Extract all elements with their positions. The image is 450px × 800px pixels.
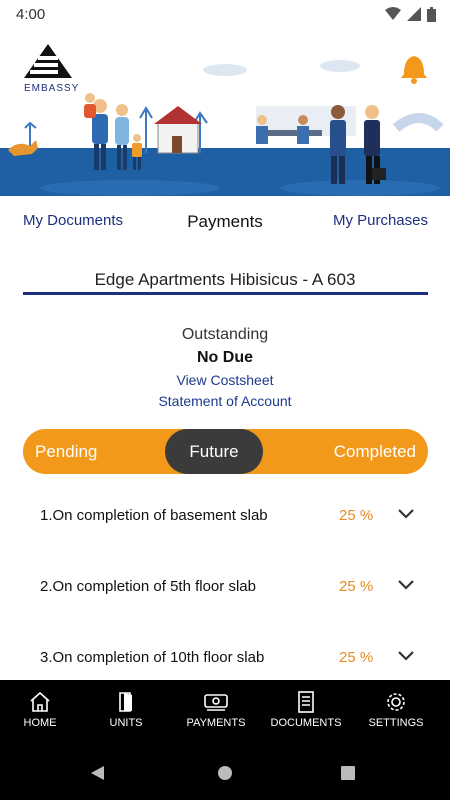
nav-units[interactable]: UNITS — [86, 680, 166, 740]
chevron-down-icon[interactable] — [396, 648, 416, 664]
top-nav: My Documents Payments My Purchases — [0, 208, 450, 238]
status-time: 4:00 — [16, 5, 46, 23]
wifi-icon — [385, 7, 401, 20]
milestone-percent: 25 % — [339, 507, 374, 524]
status-bar: 4:00 — [0, 0, 450, 28]
money-icon — [204, 694, 228, 711]
nav-home-label: HOME — [23, 717, 57, 729]
document-icon — [298, 691, 314, 713]
home-icon — [30, 691, 50, 712]
door-icon — [119, 692, 132, 712]
embassy-logo — [24, 44, 72, 78]
list-item[interactable]: 1.On completion of basement slab 25 % — [0, 480, 450, 551]
tab-completed[interactable]: Completed — [334, 429, 416, 474]
header-banner: EMBASSY — [0, 28, 450, 196]
tab-future[interactable]: Future — [165, 429, 263, 474]
nav-documents[interactable]: DOCUMENTS — [266, 680, 346, 740]
nav-payments[interactable]: PAYMENTS — [176, 680, 256, 740]
logo-text: EMBASSY — [24, 83, 79, 94]
milestone-percent: 25 % — [339, 649, 374, 666]
nav-payments-label: PAYMENTS — [186, 717, 246, 729]
nav-documents-label: DOCUMENTS — [270, 717, 342, 729]
bottom-nav: HOME UNITS PAYMENTS DOCUMENTS SETTINGS — [0, 680, 450, 740]
nav-units-label: UNITS — [109, 717, 143, 729]
outstanding-value: No Due — [197, 349, 253, 366]
payment-tabs: Pending Future Completed — [23, 429, 428, 474]
milestone-label: 1.On completion of basement slab — [40, 507, 268, 524]
home-circle-icon[interactable] — [216, 764, 234, 782]
list-item[interactable]: 2.On completion of 5th floor slab 25 % — [0, 551, 450, 622]
back-icon[interactable] — [89, 764, 107, 782]
notification-bell-icon — [401, 56, 427, 84]
nav-home[interactable]: HOME — [0, 680, 80, 740]
milestone-percent: 25 % — [339, 578, 374, 595]
system-nav-bar — [0, 740, 450, 800]
nav-settings-label: SETTINGS — [368, 717, 424, 729]
tab-pending[interactable]: Pending — [35, 429, 97, 474]
chevron-down-icon[interactable] — [396, 577, 416, 593]
signal-icon — [407, 7, 421, 21]
view-costsheet-link[interactable]: View Costsheet — [0, 372, 450, 388]
chevron-down-icon[interactable] — [396, 506, 416, 522]
unit-title[interactable]: Edge Apartments Hibisicus - A 603 — [0, 270, 450, 290]
statement-of-account-link[interactable]: Statement of Account — [0, 393, 450, 409]
milestone-label: 3.On completion of 10th floor slab — [40, 649, 265, 666]
outstanding-label: Outstanding — [181, 326, 269, 343]
recents-icon[interactable] — [340, 765, 356, 781]
milestone-list: 1.On completion of basement slab 25 % 2.… — [0, 480, 450, 693]
gear-icon — [387, 693, 405, 711]
milestone-label: 2.On completion of 5th floor slab — [40, 578, 256, 595]
my-purchases-link[interactable]: My Purchases — [333, 212, 428, 229]
battery-icon — [427, 6, 436, 22]
status-icons — [385, 6, 436, 22]
unit-title-underline — [23, 292, 428, 295]
nav-settings[interactable]: SETTINGS — [356, 680, 436, 740]
